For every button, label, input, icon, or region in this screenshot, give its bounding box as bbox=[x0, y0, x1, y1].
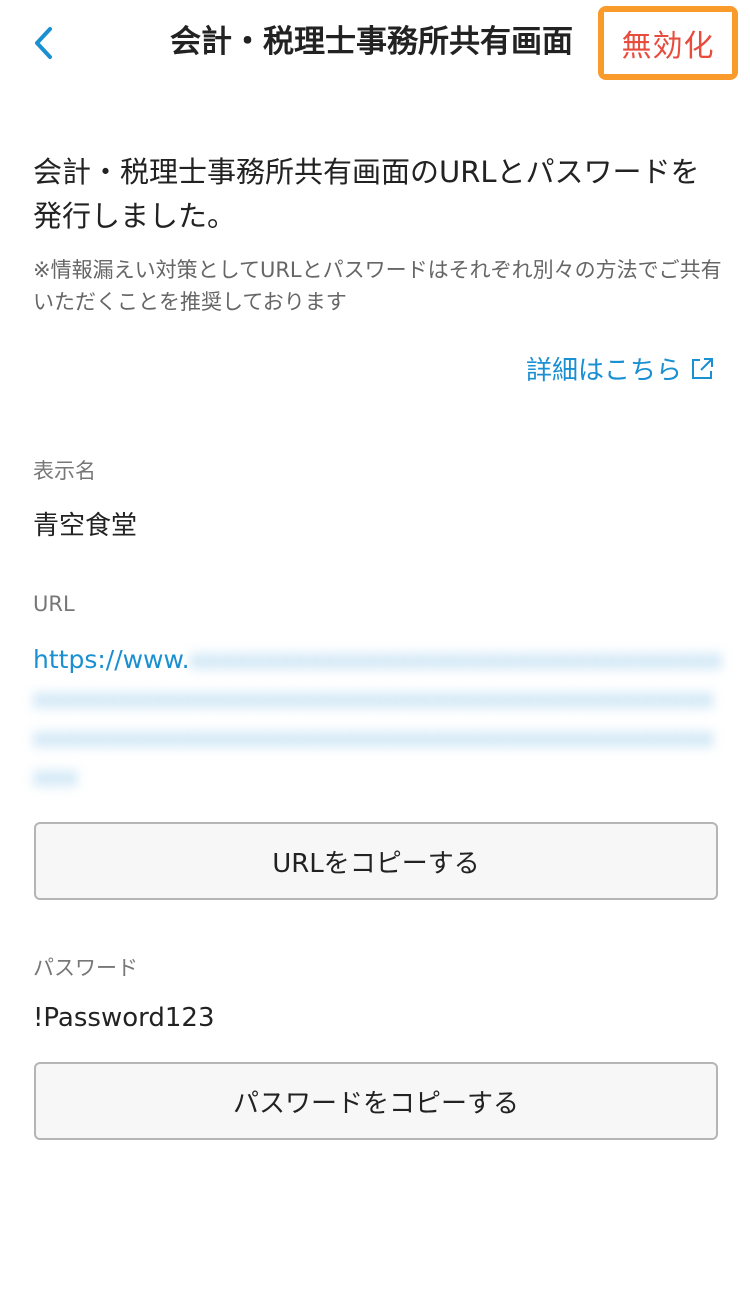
page-title: 会計・税理士事務所共有画面 bbox=[170, 24, 573, 60]
details-link[interactable]: 詳細はこちら bbox=[526, 350, 716, 387]
external-link-icon bbox=[692, 357, 713, 379]
disable-highlight: 無効化 bbox=[598, 6, 738, 80]
back-button[interactable] bbox=[22, 18, 66, 68]
copy-password-button[interactable]: パスワードをコピーする bbox=[34, 1062, 718, 1140]
security-note: ※情報漏えい対策としてURLとパスワードはそれぞれ別々の方法でご共有いただくこと… bbox=[33, 258, 722, 314]
display-name-value: 青空食堂 bbox=[33, 511, 138, 541]
url-label: URL bbox=[33, 592, 75, 616]
password-label: パスワード bbox=[33, 956, 138, 980]
copy-url-button[interactable]: URLをコピーする bbox=[34, 822, 718, 900]
display-name-label: 表示名 bbox=[33, 459, 96, 483]
issued-message: 会計・税理士事務所共有画面のURLとパスワードを発行しました。 bbox=[33, 155, 700, 233]
share-url[interactable]: https://www.xxxxxxxxxxxxxxxxxxxxxxxxxxxx… bbox=[33, 640, 723, 796]
chevron-left-icon bbox=[35, 27, 52, 59]
details-link-label: 詳細はこちら bbox=[525, 356, 682, 386]
disable-button[interactable]: 無効化 bbox=[604, 12, 732, 74]
password-value: !Password123 bbox=[33, 1003, 215, 1033]
app-header: 会計・税理士事務所共有画面 無効化 bbox=[0, 0, 750, 86]
share-url-prefix: https://www. bbox=[33, 645, 190, 674]
